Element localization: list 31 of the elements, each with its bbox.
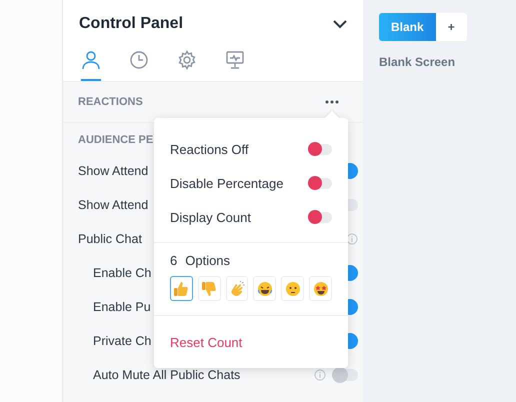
thumbs-up-icon[interactable] <box>170 276 193 301</box>
option-label: Display Count <box>170 210 251 224</box>
setting-label: Show Attend <box>78 198 148 212</box>
clapping-hands-icon[interactable] <box>226 276 248 301</box>
section-title: REACTIONS <box>78 96 143 108</box>
chevron-down-icon[interactable] <box>333 20 347 28</box>
more-icon[interactable] <box>325 100 339 104</box>
panel-title: Control Panel <box>79 15 184 33</box>
setting-label: Enable Pu <box>93 300 151 314</box>
options-count: 6 <box>170 253 178 268</box>
toggle-switch[interactable] <box>332 369 358 381</box>
setting-label: Enable Ch <box>93 266 152 280</box>
setting-label: Auto Mute All Public Chats <box>93 368 240 382</box>
subsection-title: AUDIENCE PE <box>78 134 154 146</box>
options-label: Options <box>185 253 230 268</box>
toggle-switch[interactable] <box>308 212 332 222</box>
option-label: Reactions Off <box>170 142 249 156</box>
screen-title: Blank Screen <box>379 55 456 69</box>
neutral-face-icon[interactable] <box>281 276 304 301</box>
reset-count-link[interactable]: Reset Count <box>170 335 242 350</box>
option-label: Disable Percentage <box>170 176 284 190</box>
laughing-face-icon[interactable] <box>253 276 276 301</box>
scene-button[interactable]: Blank <box>379 13 436 41</box>
setting-label: Public Chat <box>78 232 142 246</box>
toggle-switch[interactable] <box>308 144 332 154</box>
setting-label: Show Attend <box>78 164 148 178</box>
add-button[interactable]: + <box>436 13 467 41</box>
toggle-switch[interactable] <box>308 178 332 188</box>
star-eyes-face-icon[interactable] <box>309 276 332 301</box>
thumbs-down-icon[interactable] <box>198 276 221 301</box>
setting-label: Private Ch <box>93 334 152 348</box>
